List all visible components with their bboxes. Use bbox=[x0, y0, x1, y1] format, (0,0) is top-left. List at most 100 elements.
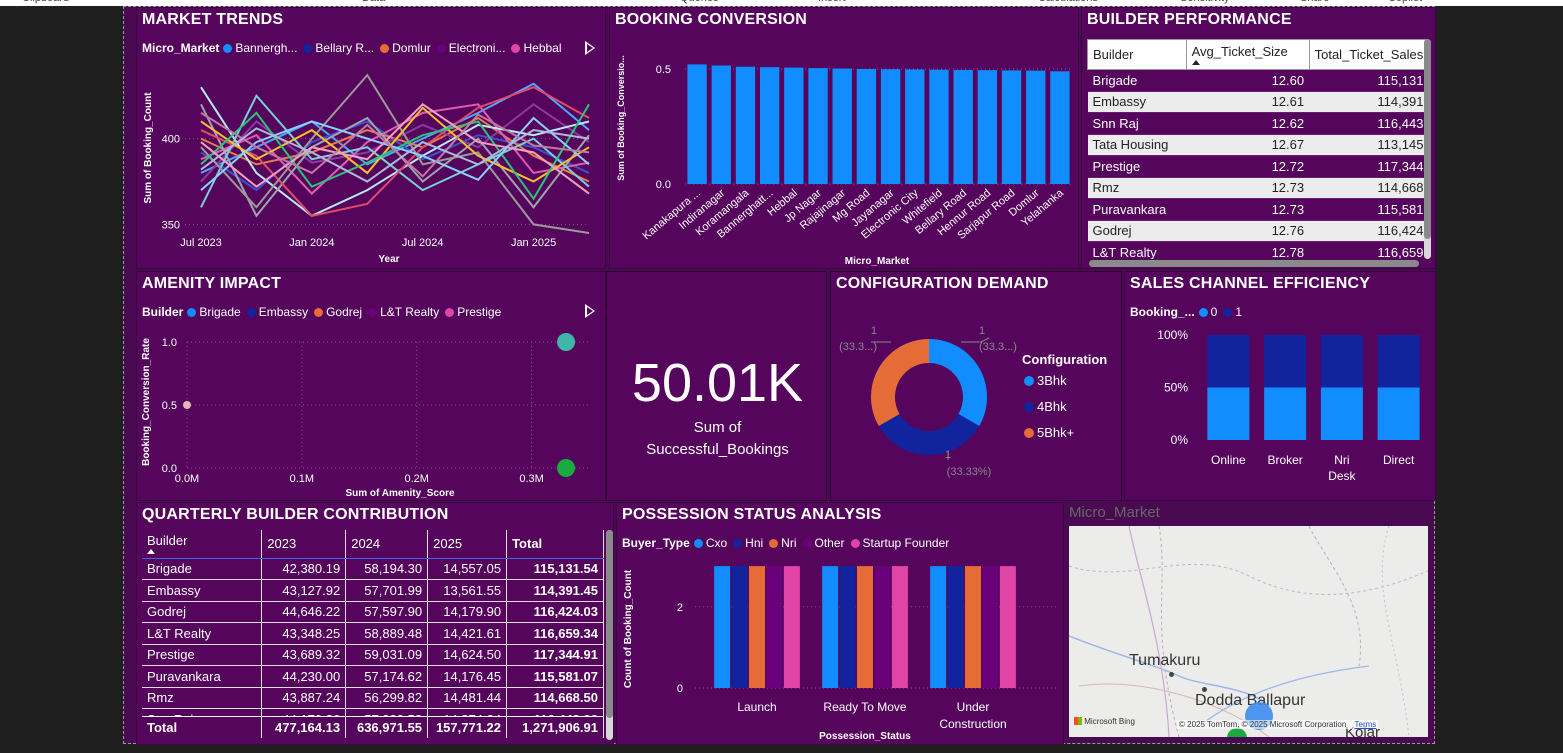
x-tick-label: 0.0M bbox=[175, 473, 199, 485]
amenity-impact-xlabel: Sum of Amenity_Score bbox=[345, 488, 455, 499]
channel-bar-segment bbox=[1207, 387, 1250, 440]
table-cell: 57,174.62 bbox=[345, 665, 429, 688]
builder-performance-table[interactable]: Builder Avg_Ticket_Size Total_Ticket_Sales… bbox=[1087, 39, 1427, 259]
table-row[interactable]: Prestige12.72117,344.91 bbox=[1087, 155, 1427, 178]
legend-dot-icon bbox=[1024, 402, 1034, 412]
quarterly-contribution-panel[interactable]: QUARTERLY BUILDER CONTRIBUTION Builder 20… bbox=[136, 502, 614, 745]
legend-item[interactable]: 3Bhk bbox=[1024, 372, 1074, 398]
configuration-demand-panel[interactable]: CONFIGURATION DEMAND 1 (33.3...) 1 (33.3...… bbox=[830, 271, 1122, 501]
micro-market-map[interactable]: Tumakuru Dodda Ballapur Kolar Microsoft … bbox=[1069, 526, 1428, 737]
column-header[interactable]: Total_Ticket_Sales bbox=[1308, 39, 1427, 70]
donut-slice bbox=[870, 339, 929, 426]
column-header[interactable]: Builder bbox=[142, 530, 263, 559]
table-row[interactable]: Prestige 43,689.32 59,031.09 14,624.50 117,3… bbox=[142, 644, 604, 666]
configuration-legend[interactable]: 3Bhk 4Bhk 5Bhk+ bbox=[1024, 372, 1074, 450]
table-row[interactable]: Snn Raj44,170.3657,899.5814,374.04116,44… bbox=[142, 708, 604, 716]
table-cell: 116,443.99 bbox=[506, 708, 604, 716]
table-row[interactable]: Puravankara12.73115,581.07 bbox=[1087, 198, 1427, 221]
table-cell: 14,481.44 bbox=[427, 687, 508, 709]
table-row[interactable]: Embassy12.61114,391.45 bbox=[1087, 91, 1427, 113]
table-cell: 56,299.82 bbox=[345, 687, 429, 709]
quarterly-contribution-table[interactable]: Builder 2023 2024 2025 Total Brigade 42,380.19… bbox=[142, 530, 604, 716]
possession-bar bbox=[731, 566, 748, 688]
donut-data-label: 1 bbox=[979, 325, 985, 337]
x-tick-label: Desk bbox=[1328, 469, 1356, 483]
sales-channel-panel[interactable]: SALES CHANNEL EFFICIENCY Booking_... 0 1 1… bbox=[1124, 271, 1436, 501]
column-header[interactable]: 2025 bbox=[427, 530, 508, 559]
conversion-bar bbox=[1026, 70, 1046, 184]
table-cell: Prestige bbox=[1087, 155, 1187, 178]
column-header[interactable]: 2024 bbox=[345, 530, 429, 559]
kpi-value: 50.01K bbox=[631, 353, 804, 413]
table-row[interactable]: Brigade12.60115,131.54 bbox=[1087, 69, 1427, 92]
configuration-donut-chart: 1(33.3...)1(33.3...)1(33.33%) bbox=[839, 325, 1017, 478]
kpi-card[interactable]: 50.01K Sum of Successful_Bookings bbox=[606, 271, 827, 501]
table-cell: 43,127.92 bbox=[261, 579, 347, 602]
performance-vertical-scrollbar[interactable] bbox=[1424, 39, 1431, 259]
booking-conversion-panel[interactable]: BOOKING CONVERSION Sum of Booking_Conver… bbox=[609, 7, 1079, 269]
table-cell: 14,421.61 bbox=[427, 622, 508, 645]
column-header[interactable]: Avg_Ticket_Size bbox=[1185, 39, 1310, 70]
table-cell: 57,701.99 bbox=[345, 579, 429, 602]
table-row[interactable]: Rmz 43,887.24 56,299.82 14,481.44 114,668.50 bbox=[142, 687, 604, 709]
table-cell: 114,391.45 bbox=[506, 579, 604, 602]
column-header[interactable]: Builder bbox=[1087, 39, 1187, 70]
ribbon-group-label: Insert bbox=[818, 0, 846, 4]
table-row[interactable]: Embassy 43,127.92 57,701.99 13,561.55 114,39… bbox=[142, 579, 604, 602]
table-cell: 12.73 bbox=[1186, 198, 1310, 221]
table-row[interactable]: L&T Realty 43,348.25 58,889.48 14,421.61 116… bbox=[142, 622, 604, 645]
legend-item[interactable]: 4Bhk bbox=[1024, 398, 1074, 424]
booking-conversion-ylabel: Sum of Booking_Conversio... bbox=[616, 55, 626, 181]
table-cell: 58,194.30 bbox=[345, 558, 429, 580]
windows-logo-icon bbox=[1074, 717, 1082, 725]
quarterly-vertical-scrollbar[interactable] bbox=[606, 530, 613, 740]
performance-horizontal-scrollbar[interactable] bbox=[1089, 260, 1419, 267]
column-header[interactable]: 2023 bbox=[261, 530, 347, 559]
channel-bar-segment bbox=[1264, 387, 1307, 440]
table-row[interactable]: Rmz12.73114,668.50 bbox=[1087, 177, 1427, 199]
x-tick-label: Launch bbox=[737, 700, 776, 714]
table-cell: 117,344.91 bbox=[1309, 155, 1427, 178]
total-cell: 636,971.55 bbox=[345, 716, 429, 738]
market-trends-panel[interactable]: MARKET TRENDS Micro_Market Bannergh... Bel… bbox=[136, 7, 606, 269]
table-cell: Snn Raj bbox=[1087, 112, 1187, 135]
amenity-impact-panel[interactable]: AMENITY IMPACT Builder Brigade Embassy Godr… bbox=[136, 271, 606, 501]
table-cell: 43,689.32 bbox=[261, 644, 347, 666]
builder-performance-table-wrap[interactable]: Builder Avg_Ticket_Size Total_Ticket_Sales… bbox=[1087, 39, 1427, 259]
table-row[interactable]: Tata Housing12.67113,145.87 bbox=[1087, 134, 1427, 156]
table-row[interactable]: Puravankara 44,230.00 57,174.62 14,176.45 11… bbox=[142, 665, 604, 688]
x-tick-label: Construction bbox=[939, 717, 1006, 731]
legend-label: 5Bhk+ bbox=[1037, 425, 1075, 440]
table-row[interactable]: Godrej12.76116,424.03 bbox=[1087, 220, 1427, 242]
channel-bar-segment bbox=[1207, 335, 1250, 388]
market-trends-chart: Sum of Booking_Count Year 400 350Jul 2023… bbox=[143, 73, 590, 265]
conversion-bar bbox=[856, 69, 877, 184]
donut-data-label: (33.3...) bbox=[839, 341, 877, 353]
table-header-row: Builder Avg_Ticket_Size Total_Ticket_Sales bbox=[1087, 39, 1427, 70]
x-tick-label: 0.3M bbox=[519, 473, 543, 485]
x-tick-label: Jul 2024 bbox=[402, 237, 444, 249]
table-row[interactable]: Godrej 44,646.22 57,597.90 14,179.90 116,424… bbox=[142, 601, 604, 623]
channel-bar-segment bbox=[1377, 335, 1420, 388]
scatter-point bbox=[183, 401, 191, 409]
table-cell: 44,646.22 bbox=[261, 601, 347, 623]
y-tick-label: 350 bbox=[162, 219, 180, 231]
table-cell: 115,131.54 bbox=[506, 558, 604, 580]
column-header[interactable]: Total bbox=[506, 530, 604, 559]
builder-performance-panel[interactable]: BUILDER PERFORMANCE Builder Avg_Ticket_Si… bbox=[1081, 7, 1436, 269]
map-point-dodda-ballapur bbox=[1202, 687, 1207, 692]
possession-bar bbox=[891, 566, 908, 688]
conversion-bar bbox=[929, 69, 949, 184]
table-cell: 58,889.48 bbox=[345, 622, 429, 645]
possession-status-panel[interactable]: POSSESSION STATUS ANALYSIS Buyer_Type Cxo… bbox=[616, 502, 1064, 745]
legend-item[interactable]: 5Bhk+ bbox=[1024, 424, 1074, 450]
possession-status-xlabel: Possession_Status bbox=[819, 731, 911, 742]
table-cell: 12.76 bbox=[1186, 220, 1310, 242]
table-row[interactable]: L&T Realty12.78116,659.34 bbox=[1087, 241, 1427, 259]
quarterly-table-wrap[interactable]: Builder 2023 2024 2025 Total Brigade 42,380.19… bbox=[142, 530, 604, 716]
channel-bar-segment bbox=[1264, 335, 1307, 388]
table-row[interactable]: Snn Raj12.62116,443.99 bbox=[1087, 112, 1427, 135]
conversion-bar bbox=[1050, 71, 1070, 184]
table-row[interactable]: Brigade 42,380.19 58,194.30 14,557.05 115,13… bbox=[142, 558, 604, 580]
map-terms-link[interactable]: Terms bbox=[1355, 720, 1377, 729]
